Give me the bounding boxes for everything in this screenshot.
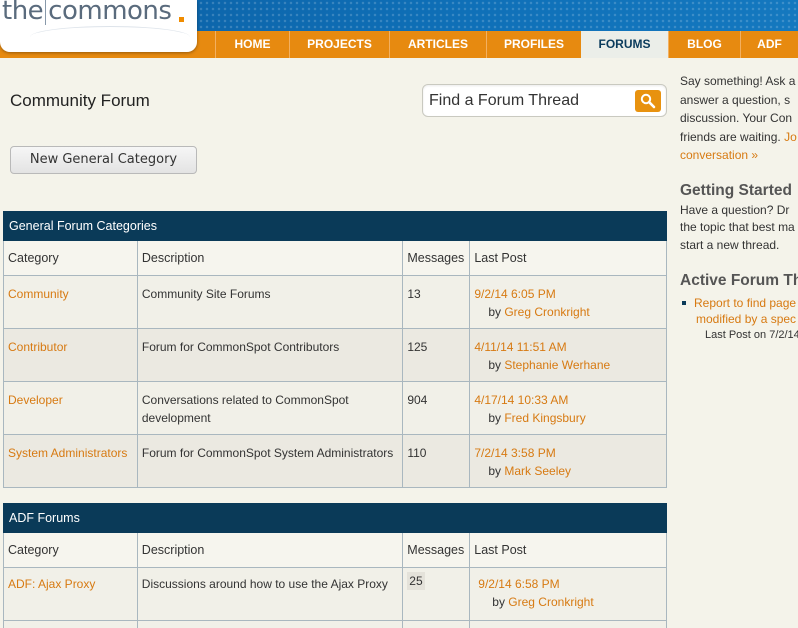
author-link[interactable]: Stephanie Werhane (504, 358, 610, 372)
nav-home[interactable]: HOME (215, 31, 289, 58)
column-header: Description (136, 240, 404, 276)
getting-started-text: Have a question? Dr the topic that best … (680, 202, 795, 252)
author-link[interactable]: Fred Kingsbury (504, 411, 585, 425)
nav-forums[interactable]: FORUMS (581, 31, 668, 58)
active-thread-link[interactable]: modified by a spec (696, 312, 796, 326)
forum-search-input[interactable] (429, 91, 629, 111)
table-caption: ADF Forums (3, 503, 667, 533)
message-count: 904 (402, 381, 471, 435)
column-header: Messages (402, 532, 471, 568)
table-row (3, 620, 667, 628)
category-description: Forum for CommonSpot System Administrato… (136, 434, 404, 488)
nav-profiles[interactable]: PROFILES (486, 31, 581, 58)
nav-adf[interactable]: ADF (740, 31, 798, 58)
by-label: by (488, 358, 501, 372)
page-title: Community Forum (10, 91, 150, 110)
sidebar: Say something! Ask a answer a question, … (680, 72, 798, 343)
active-thread-meta: Last Post on 7/2/14 (705, 329, 798, 341)
author-link[interactable]: Mark Seeley (504, 464, 571, 478)
message-count: 125 (402, 328, 471, 382)
author-link[interactable]: Greg Cronkright (504, 305, 589, 319)
category-link[interactable]: Developer (8, 393, 63, 407)
by-label: by (492, 595, 505, 609)
conversation-link[interactable]: conversation » (680, 146, 798, 165)
new-general-category-button[interactable]: New General Category (10, 146, 197, 174)
active-thread-link[interactable]: Report to find page (694, 296, 796, 310)
column-header: Last Post (469, 240, 667, 276)
table-row: Contributor Forum for CommonSpot Contrib… (3, 328, 667, 382)
last-post-link[interactable]: 4/11/14 11:51 AM (474, 338, 662, 356)
nav-articles[interactable]: ARTICLES (389, 31, 486, 58)
forum-search (422, 84, 667, 117)
getting-started-heading: Getting Started (680, 181, 792, 199)
category-link[interactable]: Contributor (8, 340, 67, 354)
active-thread-item: Report to find page modified by a spec L… (680, 295, 798, 343)
logo-text: the commons (2, 0, 172, 26)
category-description: Discussions around how to use the Ajax P… (136, 567, 404, 621)
column-header: Last Post (469, 532, 667, 568)
message-count: 110 (402, 434, 471, 488)
sidebar-intro-line: Say something! Ask a (680, 74, 796, 88)
column-header: Description (136, 532, 404, 568)
column-header: Messages (402, 240, 471, 276)
active-threads-heading: Active Forum Th (680, 272, 798, 289)
sidebar-intro-line: answer a question, s (680, 92, 791, 107)
sidebar-intro-line: friends are waiting. Jo (680, 129, 797, 144)
by-label: by (488, 305, 501, 319)
table-row: System Administrators Forum for CommonSp… (3, 434, 667, 488)
author-link[interactable]: Greg Cronkright (508, 595, 593, 609)
last-post-link[interactable]: 9/2/14 6:05 PM (474, 285, 662, 303)
general-forum-table: General Forum Categories Category Descri… (3, 211, 667, 488)
category-description: Conversations related to CommonSpot deve… (136, 381, 404, 435)
adf-forum-table: ADF Forums Category Description Messages… (3, 503, 667, 628)
logo-dot (179, 17, 184, 22)
message-count: 25 (407, 572, 425, 590)
nav-blog[interactable]: BLOG (668, 31, 740, 58)
by-label: by (488, 411, 501, 425)
sidebar-intro-line: discussion. Your Con (680, 111, 793, 125)
last-post-link[interactable]: 7/2/14 3:58 PM (474, 444, 662, 462)
table-caption: General Forum Categories (3, 211, 667, 241)
table-row: Community Community Site Forums 13 9/2/1… (3, 275, 667, 329)
message-count: 13 (402, 275, 471, 329)
category-link[interactable]: Community (8, 287, 69, 301)
category-description: Community Site Forums (136, 275, 404, 329)
category-description: Forum for CommonSpot Contributors (136, 328, 404, 382)
logo-swoosh (30, 26, 190, 48)
by-label: by (488, 464, 501, 478)
join-link[interactable]: Jo (784, 130, 797, 144)
search-button[interactable] (635, 90, 661, 112)
category-link[interactable]: ADF: Ajax Proxy (8, 577, 95, 591)
site-logo[interactable]: the commons (0, 0, 197, 52)
bullet-icon (682, 301, 686, 305)
sidebar-intro: Say something! Ask a answer a question, … (680, 72, 798, 165)
category-link[interactable]: System Administrators (8, 446, 127, 460)
nav-projects[interactable]: PROJECTS (289, 31, 389, 58)
last-post-link[interactable]: 4/17/14 10:33 AM (474, 391, 662, 409)
column-header: Category (3, 532, 138, 568)
table-row: Developer Conversations related to Commo… (3, 381, 667, 435)
table-row: ADF: Ajax Proxy Discussions around how t… (3, 567, 667, 621)
column-header: Category (3, 240, 138, 276)
last-post-link[interactable]: 9/2/14 6:58 PM (478, 575, 662, 593)
